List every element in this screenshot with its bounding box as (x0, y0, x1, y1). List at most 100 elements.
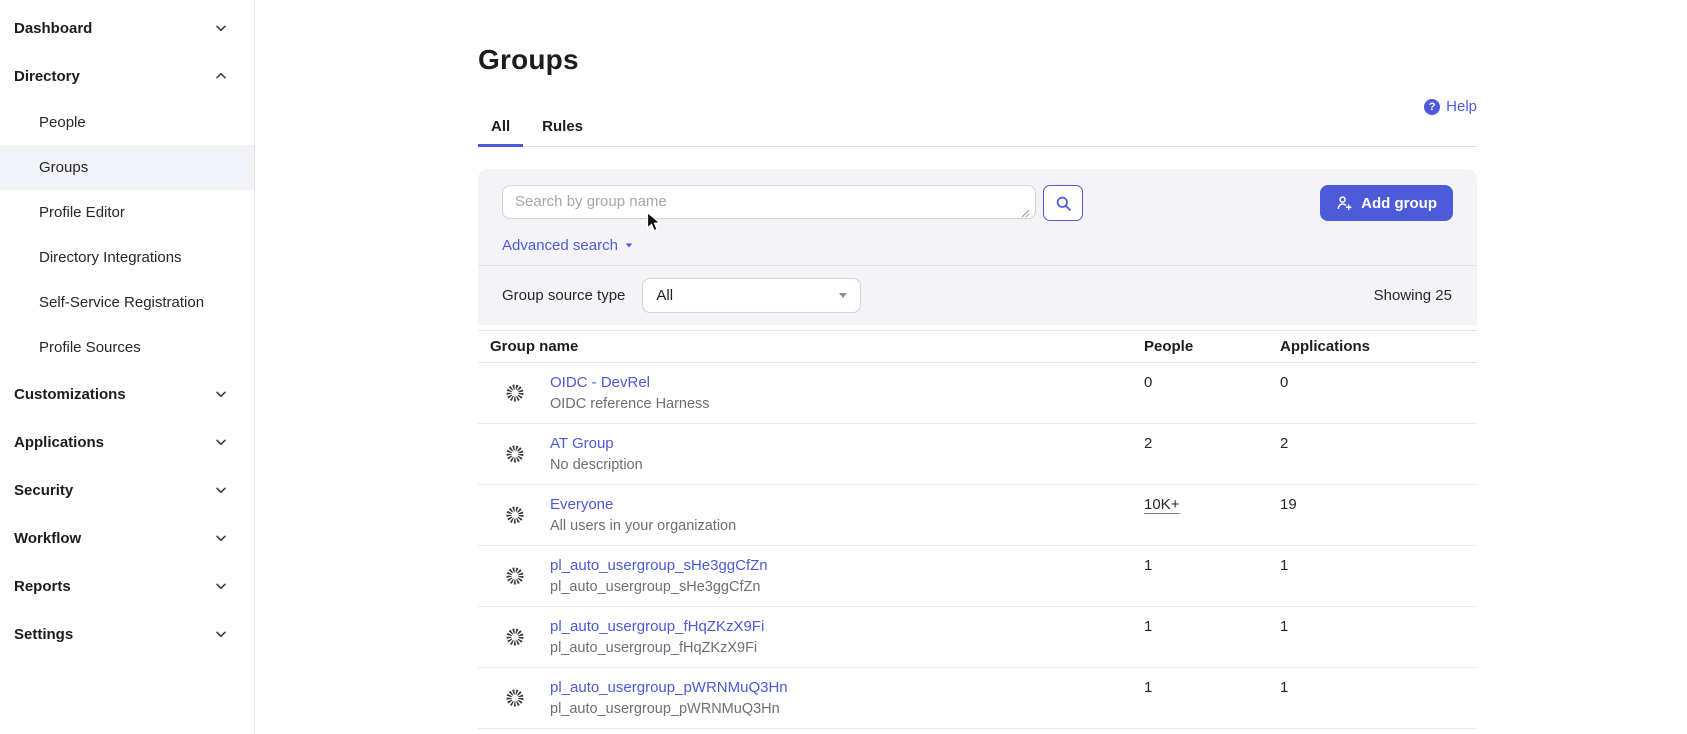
tab-rules[interactable]: Rules (529, 108, 596, 147)
sidebar-section-label: Customizations (14, 386, 126, 403)
applications-count-cell: 1 (1280, 607, 1477, 667)
group-name-cell: OIDC - DevRel OIDC reference Harness (478, 363, 1144, 423)
applications-count: 1 (1280, 618, 1288, 635)
applications-count: 2 (1280, 435, 1288, 452)
person-plus-icon (1336, 195, 1353, 211)
applications-count-cell: 1 (1280, 668, 1477, 728)
group-sunburst-icon (505, 566, 525, 586)
group-source-type-select[interactable]: All (642, 278, 861, 313)
group-name-cell: pl_auto_usergroup_fHqZKzX9Fi pl_auto_use… (478, 607, 1144, 667)
help-link[interactable]: ? Help (1424, 98, 1477, 115)
page-title: Groups (478, 44, 1477, 76)
group-name-link[interactable]: Everyone (550, 494, 736, 515)
people-count-cell: 1 (1144, 668, 1280, 728)
sidebar-item-groups[interactable]: Groups (0, 145, 254, 190)
column-header-people: People (1144, 338, 1280, 355)
people-count: 0 (1144, 374, 1152, 391)
sidebar-item-self-service-registration[interactable]: Self-Service Registration (0, 280, 254, 325)
search-button[interactable] (1043, 185, 1083, 221)
chevron-down-icon (214, 21, 228, 35)
table-header-row: Group name People Applications (478, 330, 1477, 363)
sidebar-section-applications[interactable]: Applications (0, 418, 254, 466)
chevron-down-icon (214, 627, 228, 641)
advanced-search-label: Advanced search (502, 237, 618, 254)
sidebar-section-label: Directory (14, 68, 80, 85)
people-count-cell: 1 (1144, 546, 1280, 606)
table-row: Everyone All users in your organization … (478, 485, 1477, 546)
applications-count: 1 (1280, 679, 1288, 696)
people-count: 1 (1144, 557, 1152, 574)
showing-count: Showing 25 (1374, 287, 1452, 304)
group-sunburst-icon (505, 383, 525, 403)
table-row: pl_auto_usergroup_fHqZKzX9Fi pl_auto_use… (478, 607, 1477, 668)
applications-count-cell: 0 (1280, 363, 1477, 423)
advanced-search-link[interactable]: Advanced search (502, 237, 633, 254)
group-name-link[interactable]: AT Group (550, 433, 643, 454)
search-input[interactable] (502, 185, 1036, 219)
group-source-type-label: Group source type (502, 287, 625, 304)
main-area: Groups ? Help All Rules (255, 0, 1687, 734)
sidebar-section-security[interactable]: Security (0, 466, 254, 514)
chevron-down-icon (214, 531, 228, 545)
content-column: Groups ? Help All Rules (478, 44, 1477, 729)
sidebar-section-reports[interactable]: Reports (0, 562, 254, 610)
column-header-applications: Applications (1280, 338, 1477, 355)
column-header-group-name: Group name (478, 338, 1144, 355)
sidebar-section-label: Applications (14, 434, 104, 451)
caret-down-icon (839, 293, 847, 298)
filter-panel: Add group Advanced search Group source t… (478, 169, 1477, 325)
sidebar-section-label: Reports (14, 578, 71, 595)
group-name-link[interactable]: pl_auto_usergroup_sHe3ggCfZn (550, 555, 768, 576)
sidebar-section-workflow[interactable]: Workflow (0, 514, 254, 562)
people-count-cell: 1 (1144, 607, 1280, 667)
sidebar-section-label: Dashboard (14, 20, 92, 37)
group-name-cell: pl_auto_usergroup_sHe3ggCfZn pl_auto_use… (478, 546, 1144, 606)
group-description: pl_auto_usergroup_fHqZKzX9Fi (550, 638, 764, 659)
sidebar-item-directory-integrations[interactable]: Directory Integrations (0, 235, 254, 280)
group-description: All users in your organization (550, 516, 736, 537)
group-description: OIDC reference Harness (550, 394, 710, 415)
chevron-down-icon (214, 483, 228, 497)
sidebar-item-people[interactable]: People (0, 100, 254, 145)
people-count: 1 (1144, 618, 1152, 635)
group-description: pl_auto_usergroup_sHe3ggCfZn (550, 577, 768, 598)
sidebar-nav: Dashboard Directory PeopleGroupsProfile Ed… (0, 0, 255, 734)
sidebar-section-customizations[interactable]: Customizations (0, 370, 254, 418)
group-sunburst-icon (505, 444, 525, 464)
add-group-button[interactable]: Add group (1320, 185, 1453, 221)
search-box (502, 185, 1036, 224)
chevron-down-icon (214, 387, 228, 401)
applications-count-cell: 1 (1280, 546, 1477, 606)
sidebar-section-label: Security (14, 482, 73, 499)
sidebar-section-dashboard[interactable]: Dashboard (0, 4, 254, 52)
group-name-cell: AT Group No description (478, 424, 1144, 484)
search-icon (1055, 195, 1072, 212)
sidebar-item-profile-sources[interactable]: Profile Sources (0, 325, 254, 370)
group-description: pl_auto_usergroup_pWRNMuQ3Hn (550, 699, 788, 720)
applications-count: 0 (1280, 374, 1288, 391)
group-name-link[interactable]: pl_auto_usergroup_pWRNMuQ3Hn (550, 677, 788, 698)
sidebar-item-profile-editor[interactable]: Profile Editor (0, 190, 254, 235)
people-count: 1 (1144, 679, 1152, 696)
group-sunburst-icon (505, 627, 525, 647)
group-sunburst-icon (505, 505, 525, 525)
people-count[interactable]: 10K+ (1144, 496, 1179, 513)
table-row: pl_auto_usergroup_sHe3ggCfZn pl_auto_use… (478, 546, 1477, 607)
sidebar-section-settings[interactable]: Settings (0, 610, 254, 658)
chevron-down-icon (214, 579, 228, 593)
group-name-cell: Everyone All users in your organization (478, 485, 1144, 545)
sidebar-section-label: Workflow (14, 530, 81, 547)
add-group-label: Add group (1361, 195, 1437, 212)
people-count-cell: 2 (1144, 424, 1280, 484)
tab-all[interactable]: All (478, 108, 523, 147)
group-name-link[interactable]: pl_auto_usergroup_fHqZKzX9Fi (550, 616, 764, 637)
help-link-label: Help (1446, 98, 1477, 115)
people-count-cell: 10K+ (1144, 485, 1280, 545)
group-description: No description (550, 455, 643, 476)
groups-table: Group name People Applications OIDC - De… (478, 330, 1477, 729)
sidebar-section-directory[interactable]: Directory (0, 52, 254, 100)
filter-row: Group source type All Showing 25 (478, 266, 1477, 325)
group-name-link[interactable]: OIDC - DevRel (550, 372, 710, 393)
table-row: OIDC - DevRel OIDC reference Harness 0 0 (478, 363, 1477, 424)
applications-count: 19 (1280, 496, 1297, 513)
